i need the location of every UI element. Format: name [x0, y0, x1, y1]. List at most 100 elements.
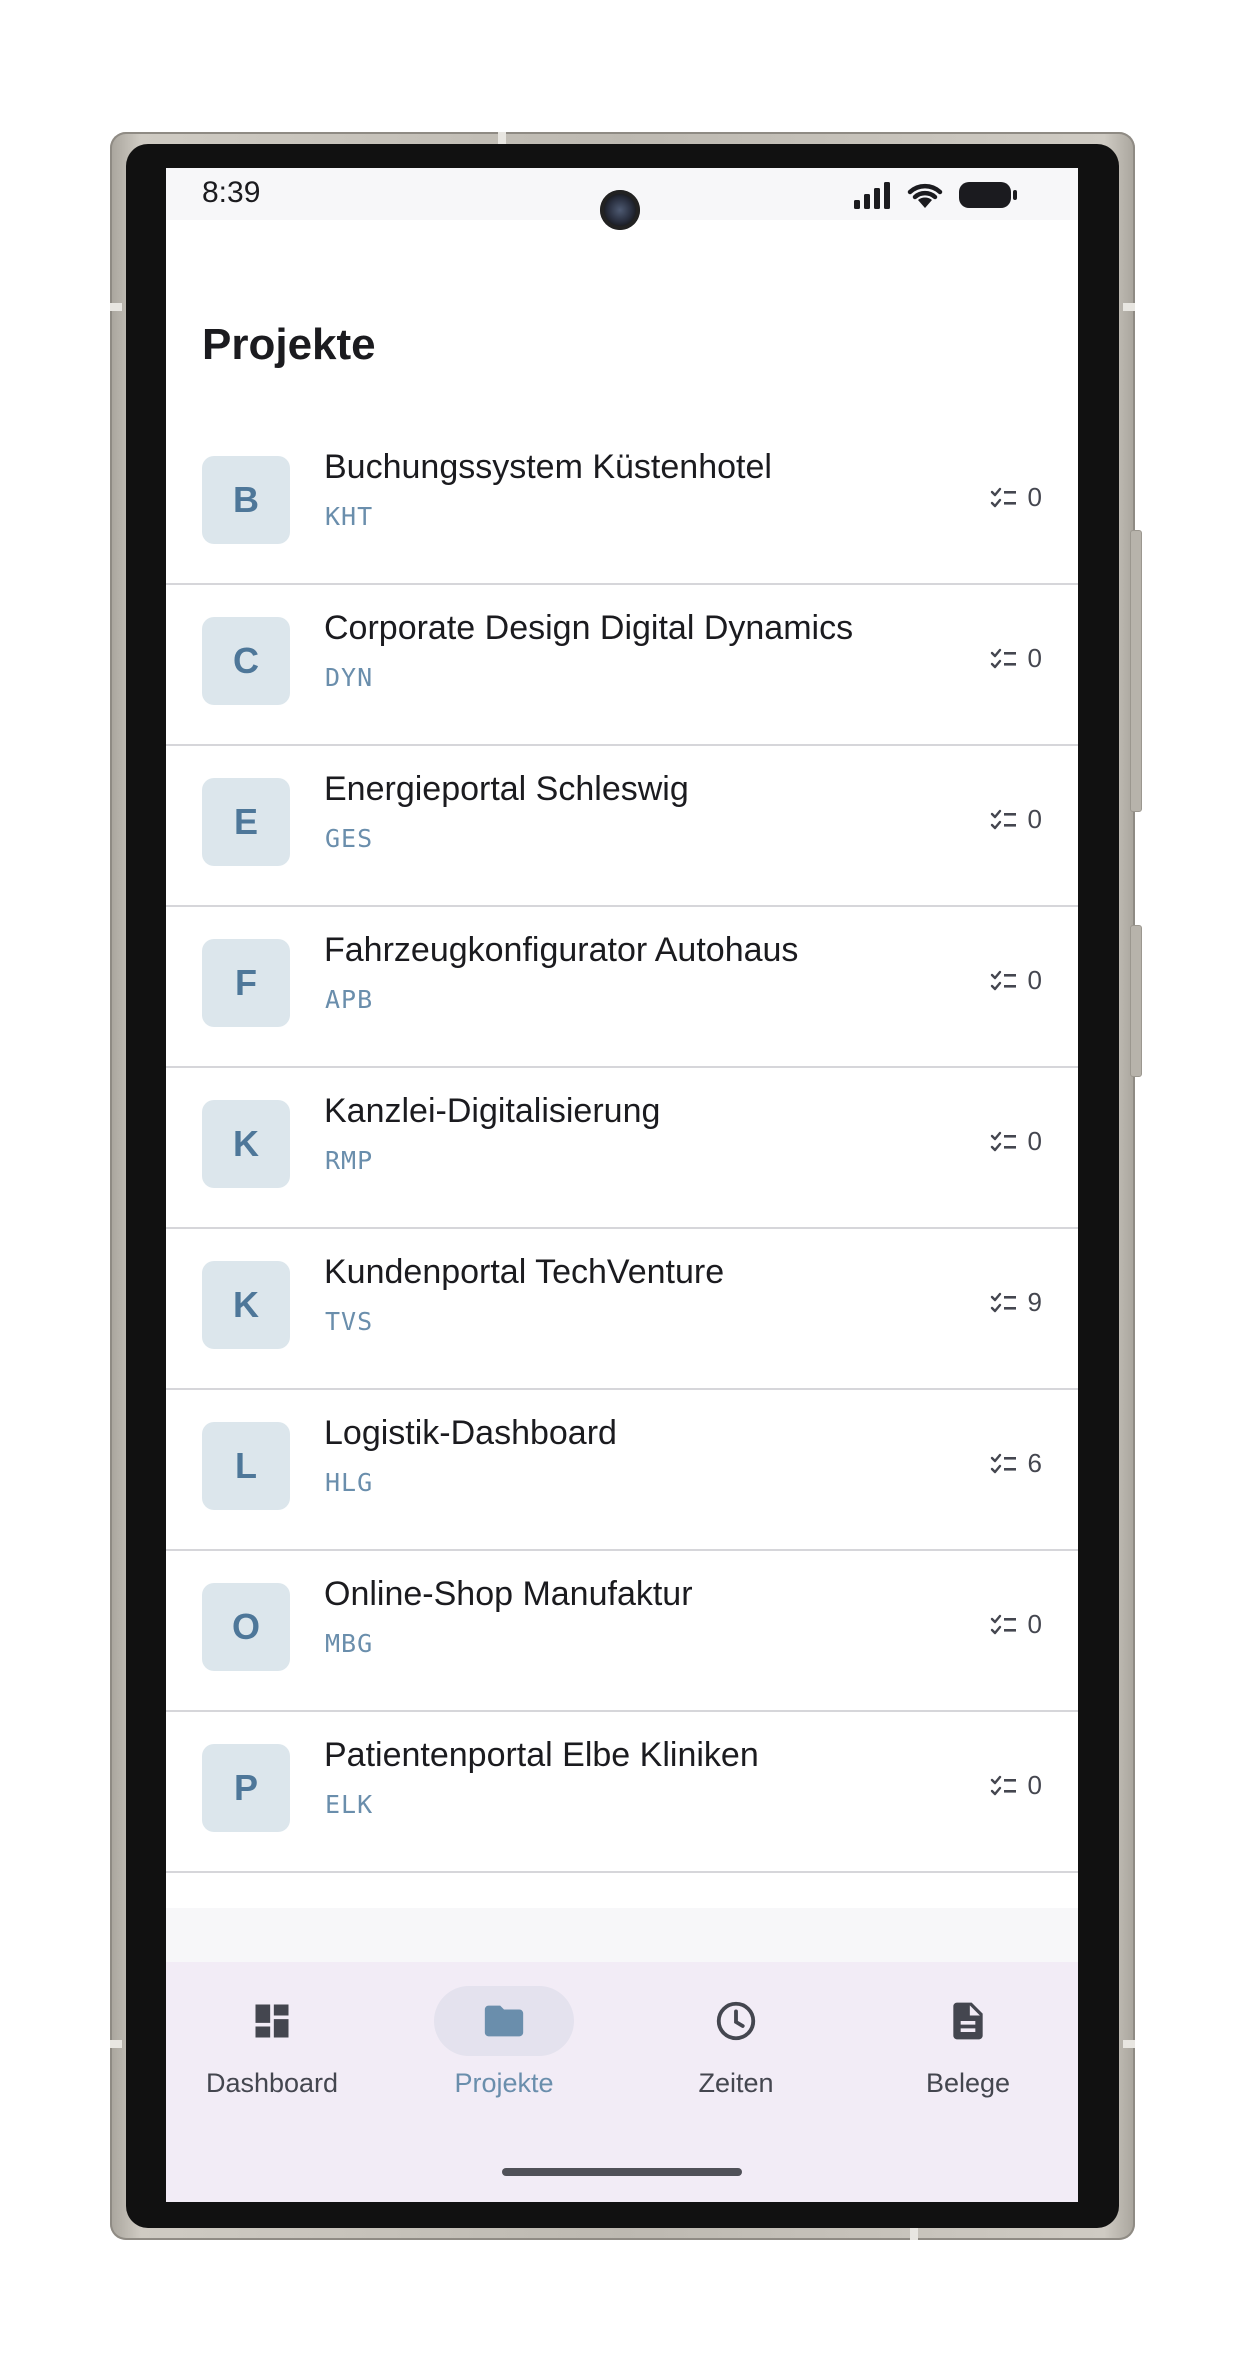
project-avatar: O: [202, 1583, 290, 1671]
clock-icon: [716, 2001, 756, 2041]
nav-icon-container: [202, 1986, 342, 2056]
nav-label-dashboard: Dashboard: [205, 2068, 339, 2098]
document-icon: [953, 2002, 983, 2040]
project-name: Fahrzeugkonfigurator Autohaus: [324, 931, 799, 969]
project-name: Kundenportal TechVenture: [324, 1253, 725, 1291]
task-count: 0: [990, 482, 1042, 513]
bottom-navigation: Dashboard Projekte Zeiten Belege: [166, 1962, 1078, 2202]
task-count: 6: [990, 1448, 1042, 1479]
page: 8:39 Projekte B Buchungssystem Küstenhot…: [0, 0, 1245, 2359]
nav-icon-container: [434, 1986, 574, 2056]
phone-screen: 8:39 Projekte B Buchungssystem Küstenhot…: [166, 168, 1078, 2202]
checklist-icon: [990, 1131, 1016, 1151]
nav-item-dashboard[interactable]: Dashboard: [172, 1986, 372, 2126]
project-name: Corporate Design Digital Dynamics: [324, 609, 854, 647]
checklist-icon: [990, 648, 1016, 668]
project-avatar: K: [202, 1261, 290, 1349]
task-count: 0: [990, 643, 1042, 674]
task-count: 0: [990, 1609, 1042, 1640]
task-count: 0: [990, 1770, 1042, 1801]
project-avatar: B: [202, 456, 290, 544]
project-name: Patientenportal Elbe Kliniken: [324, 1736, 759, 1774]
project-code: KHT: [325, 502, 374, 531]
antenna-line: [498, 132, 506, 144]
nav-icon-container: [666, 1986, 806, 2056]
project-code: ELK: [325, 1790, 374, 1819]
checklist-icon: [990, 487, 1016, 507]
power-button: [1130, 530, 1142, 812]
checklist-icon: [990, 1453, 1016, 1473]
checklist-icon: [990, 809, 1016, 829]
antenna-line: [110, 2040, 122, 2048]
task-count: 0: [990, 1126, 1042, 1157]
project-list-item[interactable]: K Kanzlei-Digitalisierung RMP 0: [166, 1068, 1078, 1229]
project-name: Logistik-Dashboard: [324, 1414, 617, 1452]
project-avatar: K: [202, 1100, 290, 1188]
project-list-item[interactable]: L Logistik-Dashboard HLG 6: [166, 1390, 1078, 1551]
folder-icon: [484, 2005, 524, 2037]
project-code: HLG: [325, 1468, 374, 1497]
task-count-value: 0: [1027, 965, 1042, 995]
project-name: Buchungssystem Küstenhotel: [324, 448, 772, 486]
project-list-item[interactable]: F Fahrzeugkonfigurator Autohaus APB 0: [166, 907, 1078, 1068]
antenna-line: [110, 303, 122, 311]
task-count-value: 0: [1027, 1126, 1042, 1156]
checklist-icon: [990, 1614, 1016, 1634]
antenna-line: [1123, 2040, 1135, 2048]
project-name: Kanzlei-Digitalisierung: [324, 1092, 661, 1130]
volume-button: [1130, 925, 1142, 1077]
antenna-line: [910, 2228, 918, 2240]
checklist-icon: [990, 1775, 1016, 1795]
dashboard-icon: [255, 2004, 289, 2038]
project-code: TVS: [325, 1307, 374, 1336]
project-list-item[interactable]: K Kundenportal TechVenture TVS 9: [166, 1229, 1078, 1390]
nav-item-belege[interactable]: Belege: [868, 1986, 1068, 2126]
project-avatar: E: [202, 778, 290, 866]
nav-icon-container: [898, 1986, 1038, 2056]
project-code: MBG: [325, 1629, 374, 1658]
task-count-value: 0: [1027, 643, 1042, 673]
checklist-icon: [990, 1292, 1016, 1312]
task-count: 0: [990, 965, 1042, 996]
project-code: RMP: [325, 1146, 374, 1175]
task-count-value: 0: [1027, 804, 1042, 834]
project-list-item[interactable]: E Energieportal Schleswig GES 0: [166, 746, 1078, 907]
project-avatar: F: [202, 939, 290, 1027]
checklist-icon: [990, 970, 1016, 990]
nav-label-belege: Belege: [925, 2068, 1011, 2098]
project-list-item[interactable]: P Patientenportal Elbe Kliniken ELK 0: [166, 1712, 1078, 1873]
project-list: B Buchungssystem Küstenhotel KHT 0 C Corporat…: [166, 424, 1078, 1873]
project-list-item[interactable]: B Buchungssystem Küstenhotel KHT 0: [166, 424, 1078, 585]
nav-item-zeiten[interactable]: Zeiten: [636, 1986, 836, 2126]
project-avatar: C: [202, 617, 290, 705]
task-count: 0: [990, 804, 1042, 835]
project-code: GES: [325, 824, 374, 853]
battery-icon: [959, 182, 1017, 208]
signal-icon: [854, 182, 890, 209]
project-code: DYN: [325, 663, 374, 692]
task-count-value: 9: [1027, 1287, 1042, 1317]
front-camera: [600, 190, 640, 230]
project-list-item[interactable]: O Online-Shop Manufaktur MBG 0: [166, 1551, 1078, 1712]
project-name: Online-Shop Manufaktur: [324, 1575, 693, 1613]
task-count-value: 0: [1027, 482, 1042, 512]
status-time: 8:39: [202, 176, 261, 209]
task-count: 9: [990, 1287, 1042, 1318]
nav-label-zeiten: Zeiten: [698, 2068, 774, 2098]
page-title: Projekte: [202, 320, 376, 369]
project-avatar: P: [202, 1744, 290, 1832]
project-code: APB: [325, 985, 374, 1014]
status-icons: [852, 180, 1018, 210]
nav-divider-area: [166, 1908, 1078, 1962]
task-count-value: 0: [1027, 1609, 1042, 1639]
project-avatar: L: [202, 1422, 290, 1510]
nav-item-projekte[interactable]: Projekte: [404, 1986, 604, 2126]
project-name: Energieportal Schleswig: [324, 770, 689, 808]
task-count-value: 6: [1027, 1448, 1042, 1478]
task-count-value: 0: [1027, 1770, 1042, 1800]
wifi-icon: [907, 183, 943, 208]
home-indicator[interactable]: [502, 2168, 742, 2176]
project-list-item[interactable]: C Corporate Design Digital Dynamics DYN 0: [166, 585, 1078, 746]
antenna-line: [1123, 303, 1135, 311]
nav-label-projekte: Projekte: [454, 2068, 554, 2098]
